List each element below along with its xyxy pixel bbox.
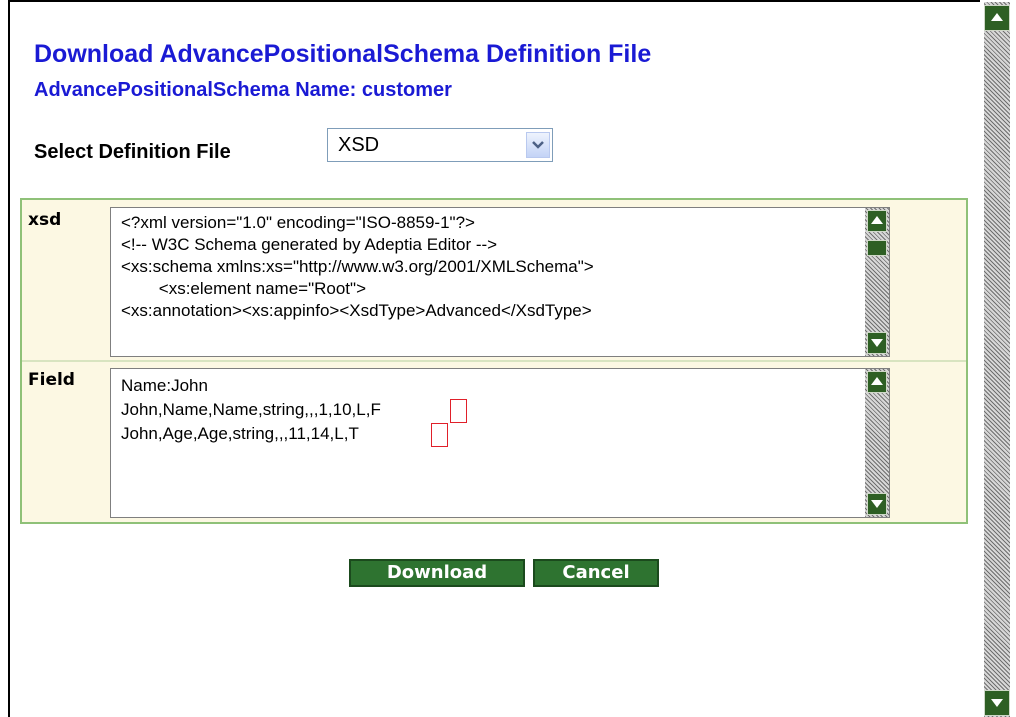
xsd-line: <?xml version="1.0" encoding="ISO-8859-1…	[121, 213, 475, 232]
row-divider	[22, 360, 966, 362]
xsd-line: <xs:schema xmlns:xs="http://www.w3.org/2…	[121, 257, 594, 276]
window-left-border	[8, 0, 10, 717]
scroll-up-icon	[871, 377, 883, 385]
definition-file-select-value: XSD	[338, 134, 380, 156]
highlight-box	[431, 423, 448, 447]
field-line: John,Name,Name,string,,,1,10,L,F	[121, 400, 381, 419]
definition-panel: xsd <?xml version="1.0" encoding="ISO-88…	[20, 198, 968, 524]
field-scroll-up-button[interactable]	[867, 371, 887, 393]
page-scroll-down-button[interactable]	[984, 690, 1010, 716]
select-definition-label: Select Definition File	[34, 141, 231, 163]
xsd-scrollbar[interactable]	[865, 208, 889, 356]
scroll-up-icon	[871, 216, 883, 224]
chevron-down-icon	[532, 141, 544, 149]
scroll-down-icon	[991, 699, 1003, 707]
page-scrollbar[interactable]	[984, 2, 1010, 717]
scroll-down-icon	[871, 500, 883, 508]
page-title: Download AdvancePositionalSchema Definit…	[34, 40, 652, 68]
xsd-label: xsd	[28, 210, 62, 230]
select-dropdown-button[interactable]	[526, 132, 550, 158]
scroll-down-icon	[871, 339, 883, 347]
scroll-up-icon	[991, 13, 1003, 21]
schema-name-subtitle: AdvancePositionalSchema Name: customer	[34, 79, 452, 101]
cancel-button[interactable]: Cancel	[533, 559, 659, 587]
field-label: Field	[28, 370, 75, 390]
definition-file-select[interactable]: XSD	[327, 128, 553, 162]
xsd-scroll-down-button[interactable]	[867, 332, 887, 354]
window-top-border	[8, 0, 980, 2]
page-scroll-up-button[interactable]	[984, 5, 1010, 31]
xsd-line: <xs:annotation><xs:appinfo><XsdType>Adva…	[121, 301, 592, 320]
field-line: Name:John	[121, 376, 208, 395]
xsd-line: <!-- W3C Schema generated by Adeptia Edi…	[121, 235, 498, 254]
field-scroll-down-button[interactable]	[867, 493, 887, 515]
xsd-line: <xs:element name="Root">	[121, 279, 366, 298]
field-scrollbar[interactable]	[865, 369, 889, 517]
xsd-textarea[interactable]: <?xml version="1.0" encoding="ISO-8859-1…	[110, 207, 890, 357]
download-button[interactable]: Download	[349, 559, 525, 587]
highlight-box	[450, 399, 467, 423]
field-line: John,Age,Age,string,,,11,14,L,T	[121, 424, 359, 443]
xsd-scroll-thumb[interactable]	[867, 240, 887, 256]
xsd-scroll-up-button[interactable]	[867, 210, 887, 232]
field-textarea[interactable]: Name:John John,Name,Name,string,,,1,10,L…	[110, 368, 890, 518]
